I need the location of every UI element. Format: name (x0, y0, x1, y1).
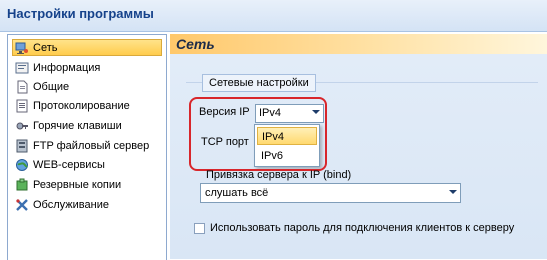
sidebar-item-web[interactable]: WEB-сервисы (12, 156, 162, 173)
sidebar-item-label: Информация (33, 61, 101, 74)
sidebar-item-info[interactable]: Информация (12, 59, 162, 76)
sidebar-item-label: Резервные копии (33, 178, 122, 191)
section-header: Сеть (170, 34, 547, 54)
sidebar-item-ftp[interactable]: FTP файловый сервер (12, 137, 162, 154)
bind-value: слушать всё (205, 187, 269, 199)
password-checkbox-label: Использовать пароль для подключения клие… (210, 222, 515, 234)
info-icon (15, 61, 29, 75)
title-bar: Настройки программы (0, 0, 547, 32)
sidebar-item-label: Сеть (33, 41, 58, 54)
sidebar-item-maintenance[interactable]: Обслуживание (12, 196, 162, 213)
backup-icon (15, 178, 29, 192)
sidebar-item-label: Протоколирование (33, 99, 130, 112)
sidebar-item-general[interactable]: Общие (12, 78, 162, 95)
sidebar-item-label: WEB-сервисы (33, 158, 105, 171)
maintenance-icon (15, 198, 29, 212)
sidebar-item-label: Обслуживание (33, 198, 109, 211)
chevron-down-icon[interactable] (449, 190, 457, 194)
sidebar-item-label: Горячие клавиши (33, 119, 122, 132)
general-icon (15, 80, 29, 94)
hotkeys-icon (15, 119, 29, 133)
bind-select[interactable]: слушать всё (200, 183, 461, 203)
sidebar: Сеть Информация Общие Протоколирование Г… (7, 34, 167, 260)
sidebar-item-label: FTP файловый сервер (33, 139, 150, 152)
sidebar-item-hotkeys[interactable]: Горячие клавиши (12, 117, 162, 134)
group-label: Сетевые настройки (202, 74, 316, 92)
sidebar-item-network[interactable]: Сеть (12, 39, 162, 56)
section-title: Сеть (176, 36, 215, 52)
bind-label: Привязка сервера к IP (bind) (206, 169, 352, 181)
sidebar-item-logging[interactable]: Протоколирование (12, 97, 162, 114)
web-services-icon (15, 158, 29, 172)
network-icon (15, 41, 29, 55)
password-checkbox[interactable] (194, 223, 205, 234)
window-title: Настройки программы (7, 6, 154, 21)
sidebar-item-backup[interactable]: Резервные копии (12, 176, 162, 193)
sidebar-item-label: Общие (33, 80, 70, 93)
log-icon (15, 99, 29, 113)
ftp-server-icon (15, 139, 29, 153)
highlight-frame (189, 97, 327, 171)
